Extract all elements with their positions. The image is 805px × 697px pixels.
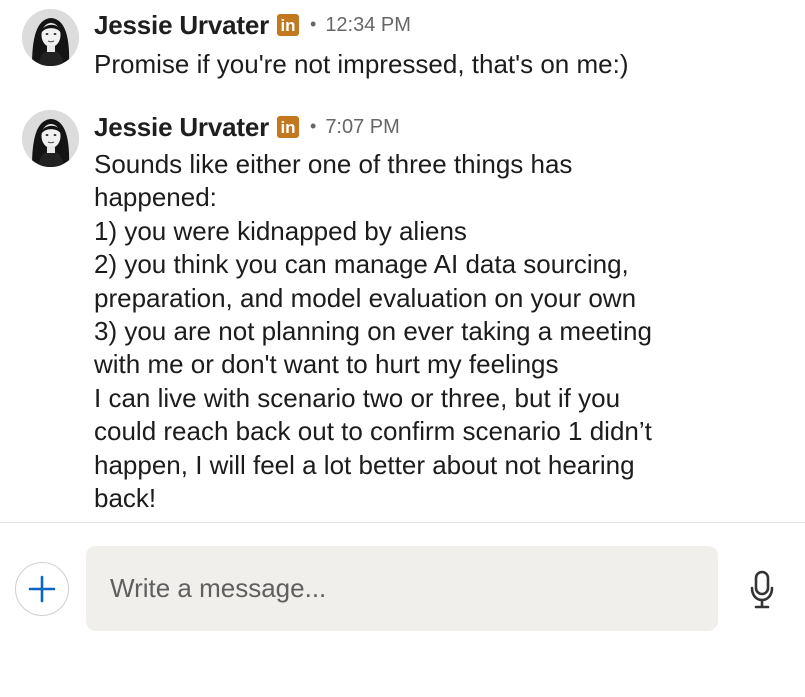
linkedin-premium-badge-icon: in <box>277 116 299 138</box>
message-input[interactable] <box>108 572 718 605</box>
message-body: Sounds like either one of three things h… <box>94 148 784 515</box>
microphone-icon[interactable] <box>748 570 776 610</box>
message-line: 3) you are not planning on ever taking a… <box>94 316 652 347</box>
message-line: happened: <box>94 182 217 213</box>
message-line: happen, I will feel a lot better about n… <box>94 449 635 480</box>
sender-avatar[interactable] <box>22 9 79 66</box>
message-timestamp: 12:34 PM <box>325 13 411 36</box>
sender-name[interactable]: Jessie Urvater <box>94 112 269 143</box>
linkedin-premium-badge-icon: in <box>277 14 299 36</box>
message-line: could reach back out to confirm scenario… <box>94 416 652 447</box>
separator-dot: • <box>310 115 317 136</box>
sender-name[interactable]: Jessie Urvater <box>94 10 269 41</box>
message-body: Promise if you're not impressed, that's … <box>94 48 784 81</box>
message-line: back! <box>94 483 157 514</box>
message-line: with me or don't want to hurt my feeling… <box>94 349 559 380</box>
message-line: I can live with scenario two or three, b… <box>94 382 621 413</box>
message-line: Promise if you're not impressed, that's … <box>94 49 629 79</box>
message-line: preparation, and model evaluation on you… <box>94 282 637 313</box>
message-timestamp: 7:07 PM <box>325 115 400 138</box>
avatar-photo-icon <box>22 110 79 167</box>
message-composer[interactable] <box>86 546 718 631</box>
avatar-photo-icon <box>22 9 79 66</box>
composer-divider <box>0 522 805 523</box>
sender-avatar[interactable] <box>22 110 79 167</box>
message-line: 2) you think you can manage AI data sour… <box>94 249 629 280</box>
plus-icon <box>28 575 56 603</box>
message-line: Sounds like either one of three things h… <box>94 149 573 179</box>
message-line: 1) you were kidnapped by aliens <box>94 215 467 246</box>
separator-dot: • <box>310 13 317 34</box>
add-attachment-button[interactable] <box>15 562 69 616</box>
